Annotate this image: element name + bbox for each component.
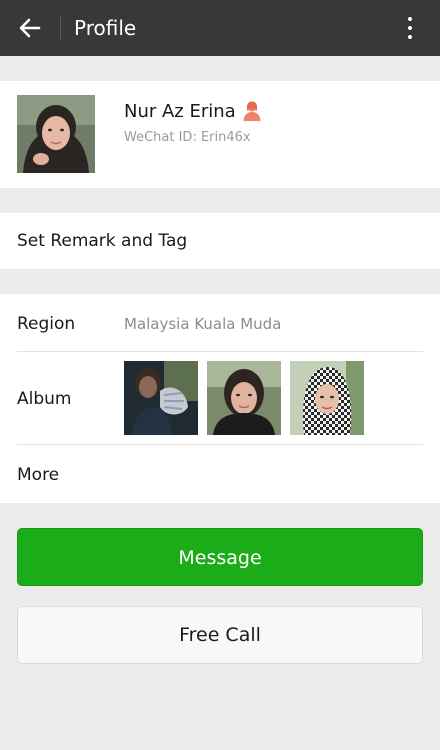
avatar[interactable] bbox=[17, 95, 95, 173]
avatar-photo bbox=[17, 95, 95, 173]
more-vertical-icon bbox=[408, 17, 412, 21]
row-divider bbox=[17, 444, 423, 445]
region-value: Malaysia Kuala Muda bbox=[124, 315, 282, 333]
album-photo[interactable] bbox=[207, 361, 281, 435]
female-user-icon bbox=[242, 100, 262, 122]
set-remark-row[interactable]: Set Remark and Tag bbox=[0, 213, 440, 269]
more-menu-button[interactable] bbox=[396, 12, 424, 44]
details-card: Region Malaysia Kuala Muda Album More bbox=[0, 294, 440, 503]
album-photo[interactable] bbox=[124, 361, 198, 435]
message-button[interactable]: Message bbox=[17, 528, 423, 586]
profile-card[interactable]: Nur Az Erina WeChat ID: Erin46x bbox=[0, 81, 440, 188]
region-label: Region bbox=[17, 314, 76, 334]
arrow-left-icon bbox=[19, 18, 41, 38]
more-row[interactable]: More bbox=[17, 464, 59, 486]
row-divider bbox=[17, 351, 423, 352]
free-call-button[interactable]: Free Call bbox=[17, 606, 423, 664]
back-button[interactable] bbox=[14, 12, 48, 44]
album-photo[interactable] bbox=[290, 361, 364, 435]
wechat-id: WeChat ID: Erin46x bbox=[124, 130, 251, 145]
top-bar: Profile bbox=[0, 0, 440, 56]
profile-name: Nur Az Erina bbox=[124, 101, 236, 122]
page-title: Profile bbox=[74, 16, 137, 40]
album-label: Album bbox=[17, 389, 72, 409]
set-remark-label: Set Remark and Tag bbox=[17, 231, 188, 251]
toolbar-divider bbox=[60, 16, 61, 40]
